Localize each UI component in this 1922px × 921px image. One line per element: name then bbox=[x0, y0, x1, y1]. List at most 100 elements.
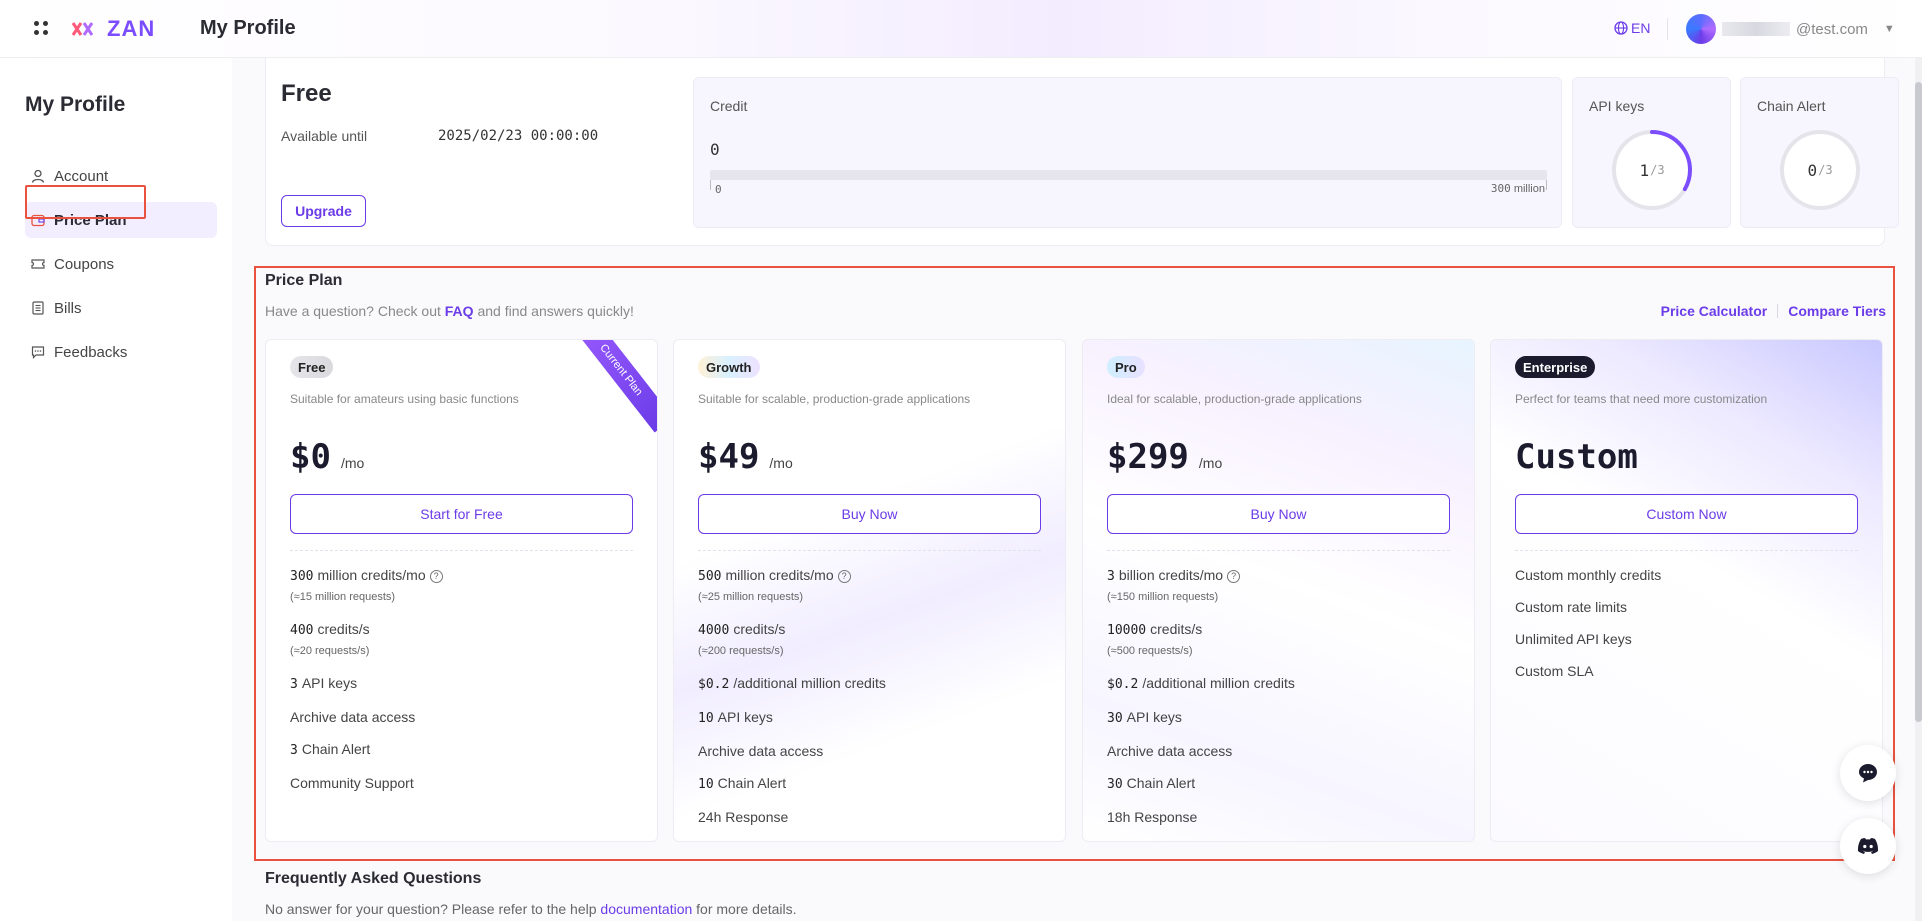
chain-alert-used: 0 bbox=[1807, 160, 1818, 180]
feature-text: Archive data access bbox=[1107, 743, 1233, 759]
sidebar-item-label: Feedbacks bbox=[54, 343, 128, 361]
link-divider bbox=[1777, 304, 1779, 318]
feature-item: Archive data access bbox=[698, 742, 1041, 760]
feature-num: 10 bbox=[698, 777, 714, 792]
top-bar: ZAN My Profile EN @test.com ▼ bbox=[0, 0, 1922, 58]
user-menu[interactable]: @test.com ▼ bbox=[1686, 14, 1895, 44]
feature-num: 3 bbox=[1107, 569, 1115, 584]
bar-tick bbox=[1546, 180, 1547, 190]
feature-text: 24h Response bbox=[698, 809, 789, 825]
help-icon[interactable]: ? bbox=[429, 569, 443, 583]
user-email: @test.com bbox=[1796, 20, 1868, 38]
documentation-link[interactable]: documentation bbox=[600, 901, 692, 917]
feature-item: $0.2/additional million credits bbox=[698, 674, 1041, 694]
feature-item: 400 credits/s (≈20 requests/s) bbox=[290, 620, 633, 660]
help-icon[interactable]: ? bbox=[1227, 569, 1241, 583]
price-calculator-link[interactable]: Price Calculator bbox=[1661, 303, 1768, 319]
feature-num: 400 bbox=[290, 623, 314, 638]
feature-item: 18h Response bbox=[1107, 808, 1450, 826]
feature-text: /additional million credits bbox=[733, 675, 886, 691]
grid-dots-icon[interactable] bbox=[34, 21, 50, 37]
price-period: /mo bbox=[340, 455, 365, 471]
available-until-value: 2025/02/23 00:00:00 bbox=[438, 128, 599, 144]
faq-link[interactable]: FAQ bbox=[445, 303, 474, 319]
main-content: Free Available until 2025/02/23 00:00:00… bbox=[232, 58, 1922, 921]
feature-item: Custom rate limits bbox=[1515, 598, 1858, 616]
faq-subtitle: No answer for your question? Please refe… bbox=[265, 901, 797, 917]
feature-text: Chain Alert bbox=[1126, 775, 1196, 791]
sidebar-item-price-plan[interactable]: Price Plan bbox=[25, 202, 217, 238]
logo-text: ZAN bbox=[107, 16, 156, 41]
credit-card: Credit 0 0 300 million bbox=[693, 77, 1562, 228]
feature-num: $0.2 bbox=[698, 677, 730, 692]
current-plan-ribbon: Current Plan bbox=[568, 340, 657, 433]
user-icon bbox=[31, 169, 45, 183]
bar-tick bbox=[710, 180, 711, 190]
plan-price: $0 /mo bbox=[290, 437, 364, 477]
plan-description: Ideal for scalable, production-grade app… bbox=[1107, 392, 1362, 406]
price-period: /mo bbox=[1198, 455, 1223, 471]
chat-bubble-button[interactable] bbox=[1840, 745, 1896, 801]
receipt-icon bbox=[31, 301, 45, 315]
start-for-free-button[interactable]: Start for Free bbox=[290, 494, 633, 534]
credit-max-label: 300 million bbox=[1491, 182, 1545, 195]
sidebar: My Profile Account Price Plan Coupons Bi… bbox=[0, 58, 232, 921]
upgrade-button[interactable]: Upgrade bbox=[281, 195, 366, 227]
subtitle-text: and find answers quickly! bbox=[477, 303, 634, 319]
buy-now-button[interactable]: Buy Now bbox=[698, 494, 1041, 534]
plan-badge: Free bbox=[290, 356, 334, 378]
feature-text: Chain Alert bbox=[301, 741, 371, 757]
sidebar-item-feedbacks[interactable]: Feedbacks bbox=[25, 334, 217, 370]
plan-price: Custom bbox=[1515, 437, 1638, 477]
email-mask bbox=[1722, 22, 1790, 36]
buy-now-button[interactable]: Buy Now bbox=[1107, 494, 1450, 534]
price-plan-title: Price Plan bbox=[265, 272, 343, 289]
feature-item: 10 API keys bbox=[698, 708, 1041, 728]
help-icon[interactable]: ? bbox=[837, 569, 851, 583]
discord-icon bbox=[1857, 838, 1879, 854]
price-plan-subtitle: Have a question? Check out FAQ and find … bbox=[265, 303, 634, 319]
plan-description: Perfect for teams that need more customi… bbox=[1515, 392, 1768, 406]
api-keys-card: API keys 1/3 bbox=[1572, 77, 1731, 228]
api-keys-total: /3 bbox=[1650, 163, 1665, 177]
credit-value: 0 bbox=[710, 140, 720, 159]
feature-num: 10 bbox=[698, 711, 714, 726]
plan-divider bbox=[1107, 550, 1450, 551]
scrollbar-thumb[interactable] bbox=[1915, 82, 1922, 722]
feature-item: 10 Chain Alert bbox=[698, 774, 1041, 794]
feature-item: Archive data access bbox=[1107, 742, 1450, 760]
sidebar-item-label: Bills bbox=[54, 299, 82, 317]
feature-text: Chain Alert bbox=[717, 775, 787, 791]
feature-note: (≈20 requests/s) bbox=[290, 645, 370, 657]
available-until-label: Available until bbox=[281, 128, 368, 144]
feature-note: (≈200 requests/s) bbox=[698, 645, 784, 657]
feature-text: Archive data access bbox=[698, 743, 824, 759]
discord-button[interactable] bbox=[1840, 818, 1896, 874]
feature-item: 300 million credits/mo? (≈15 million reque… bbox=[290, 566, 633, 606]
feature-text: API keys bbox=[1126, 709, 1182, 725]
sidebar-item-coupons[interactable]: Coupons bbox=[25, 246, 217, 282]
credit-max-value: 300 bbox=[1490, 182, 1511, 195]
compare-tiers-link[interactable]: Compare Tiers bbox=[1788, 303, 1886, 319]
api-keys-label: API keys bbox=[1589, 98, 1645, 114]
price-plan-links: Price Calculator Compare Tiers bbox=[1661, 303, 1886, 319]
avatar bbox=[1686, 14, 1716, 44]
wallet-icon bbox=[31, 213, 45, 227]
feature-item: 500 million credits/mo? (≈25 million reque… bbox=[698, 566, 1041, 606]
price-amount: $299 bbox=[1107, 437, 1189, 477]
credit-progress-bar bbox=[710, 170, 1547, 180]
language-switcher[interactable]: EN bbox=[1614, 20, 1650, 36]
feature-item: Community Support bbox=[290, 774, 633, 792]
feature-num: 10000 bbox=[1107, 623, 1147, 638]
plan-price: $49 /mo bbox=[698, 437, 793, 477]
feature-num: 4000 bbox=[698, 623, 730, 638]
feature-text: 18h Response bbox=[1107, 809, 1198, 825]
plan-description: Suitable for scalable, production-grade … bbox=[698, 392, 971, 406]
sidebar-item-bills[interactable]: Bills bbox=[25, 290, 217, 326]
feature-text: billion credits/mo bbox=[1118, 567, 1224, 583]
logo[interactable]: ZAN bbox=[71, 16, 155, 42]
sidebar-item-account[interactable]: Account bbox=[25, 158, 217, 194]
plan-card-growth: Growth Suitable for scalable, production… bbox=[673, 339, 1066, 842]
custom-now-button[interactable]: Custom Now bbox=[1515, 494, 1858, 534]
plan-features: 300 million credits/mo? (≈15 million reque… bbox=[290, 566, 633, 806]
